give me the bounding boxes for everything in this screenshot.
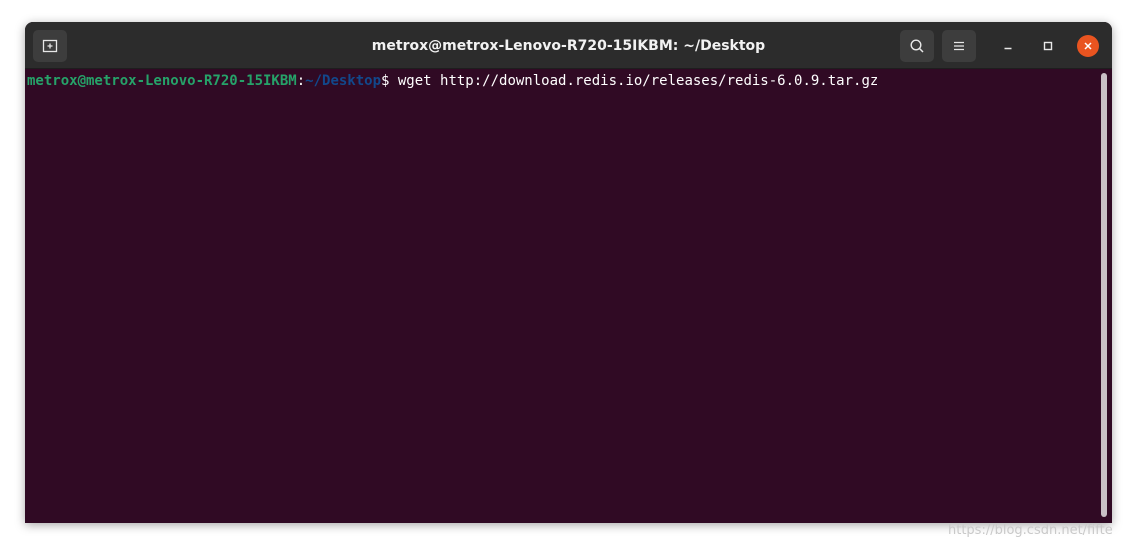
maximize-button[interactable] [1037, 35, 1059, 57]
close-button[interactable] [1077, 35, 1099, 57]
close-icon [1084, 42, 1092, 50]
terminal-window: metrox@metrox-Lenovo-R720-15IKBM: ~/Desk… [25, 22, 1112, 523]
command-text: wget http://download.redis.io/releases/r… [397, 73, 879, 89]
maximize-icon [1043, 41, 1053, 51]
prompt-path: ~/Desktop [305, 73, 382, 89]
scrollbar[interactable] [1100, 71, 1108, 519]
minimize-icon [1004, 47, 1012, 50]
prompt-colon: : [296, 73, 306, 89]
watermark: https://blog.csdn.net/fifte [948, 523, 1113, 538]
prompt-user-host: metrox@metrox-Lenovo-R720-15IKBM [27, 73, 297, 89]
new-tab-icon [42, 39, 58, 53]
terminal-output[interactable]: metrox@metrox-Lenovo-R720-15IKBM:~/Deskt… [25, 69, 1098, 523]
hamburger-menu-icon [954, 41, 964, 51]
titlebar: metrox@metrox-Lenovo-R720-15IKBM: ~/Desk… [25, 22, 1112, 69]
menu-button[interactable] [942, 30, 976, 62]
minimize-button[interactable] [997, 35, 1019, 57]
new-tab-button[interactable] [33, 30, 67, 62]
prompt-symbol: $ [381, 73, 398, 89]
terminal-line: metrox@metrox-Lenovo-R720-15IKBM:~/Deskt… [27, 72, 1096, 90]
search-button[interactable] [900, 30, 934, 62]
search-icon [910, 39, 924, 53]
scrollbar-thumb[interactable] [1101, 73, 1107, 517]
